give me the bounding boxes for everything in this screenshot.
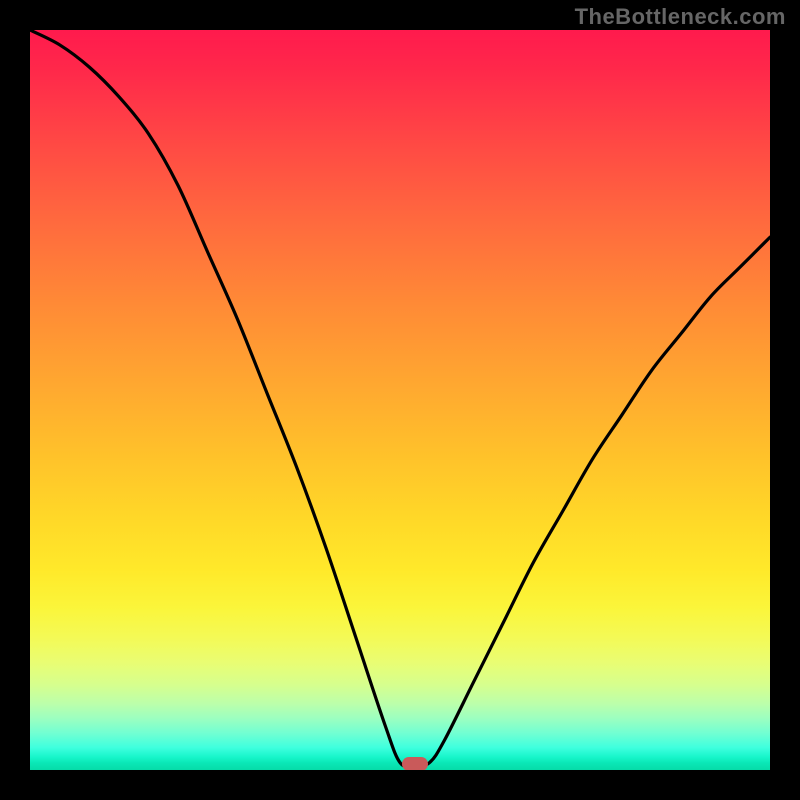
optimal-point-marker (402, 757, 428, 770)
plot-area (30, 30, 770, 770)
chart-frame: TheBottleneck.com (0, 0, 800, 800)
bottleneck-curve (30, 30, 770, 770)
watermark-text: TheBottleneck.com (575, 4, 786, 30)
